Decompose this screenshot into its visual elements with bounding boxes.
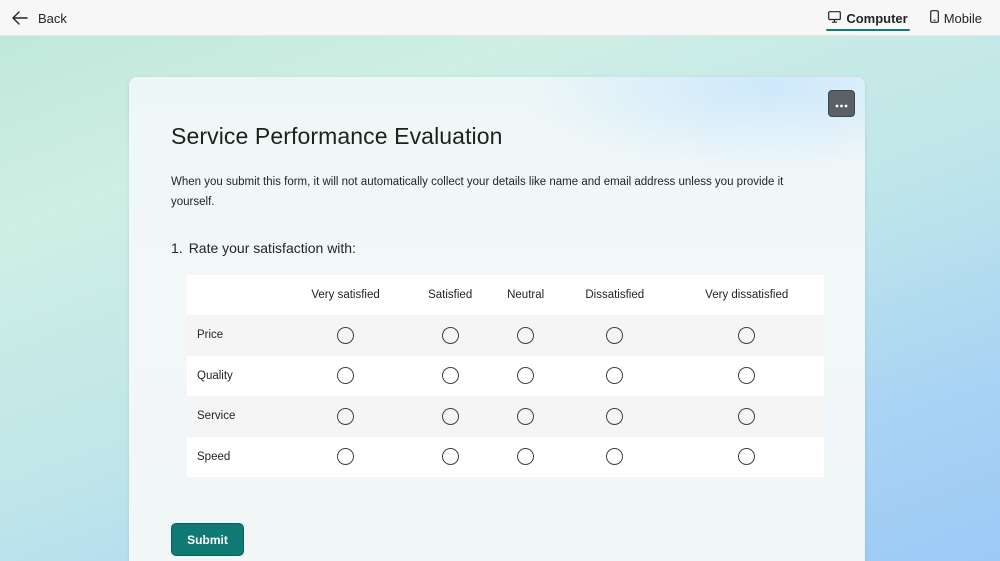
matrix-row-speed: Speed bbox=[187, 436, 824, 477]
radio-speed-very-satisfied[interactable] bbox=[337, 448, 355, 466]
radio-speed-very-dissatisfied[interactable] bbox=[738, 448, 756, 466]
row-label: Price bbox=[187, 315, 282, 356]
likert-matrix: Very satisfied Satisfied Neutral Dissati… bbox=[187, 275, 824, 477]
radio-service-dissatisfied[interactable] bbox=[606, 407, 624, 425]
column-header: Very satisfied bbox=[282, 275, 410, 315]
radio-service-very-dissatisfied[interactable] bbox=[738, 407, 756, 425]
form-title: Service Performance Evaluation bbox=[171, 123, 503, 149]
radio-quality-neutral[interactable] bbox=[517, 367, 535, 385]
radio-quality-very-dissatisfied[interactable] bbox=[738, 367, 756, 385]
row-label: Quality bbox=[187, 355, 282, 396]
tab-computer[interactable]: Computer bbox=[826, 0, 911, 36]
radio-quality-satisfied[interactable] bbox=[441, 367, 459, 385]
row-label: Speed bbox=[187, 436, 282, 477]
radio-speed-neutral[interactable] bbox=[517, 448, 535, 466]
column-header: Satisfied bbox=[409, 275, 492, 315]
matrix-corner bbox=[187, 275, 282, 315]
column-header: Dissatisfied bbox=[560, 275, 670, 315]
matrix-header-row: Very satisfied Satisfied Neutral Dissati… bbox=[187, 275, 824, 315]
question-heading: 1. Rate your satisfaction with: bbox=[171, 240, 356, 256]
radio-price-satisfied[interactable] bbox=[441, 326, 459, 344]
radio-price-neutral[interactable] bbox=[517, 326, 535, 344]
matrix-row-price: Price bbox=[187, 315, 824, 356]
tab-mobile[interactable]: Mobile bbox=[928, 0, 984, 36]
phone-icon bbox=[929, 10, 939, 26]
back-button[interactable]: Back bbox=[12, 0, 67, 36]
radio-quality-very-satisfied[interactable] bbox=[337, 367, 355, 385]
top-bar: Back Computer Mobile bbox=[0, 0, 1000, 36]
monitor-icon bbox=[828, 10, 842, 26]
back-label: Back bbox=[38, 10, 67, 26]
column-header: Neutral bbox=[491, 275, 561, 315]
radio-service-neutral[interactable] bbox=[517, 407, 535, 425]
radio-price-very-dissatisfied[interactable] bbox=[738, 326, 756, 344]
more-options-button[interactable] bbox=[828, 90, 855, 117]
radio-service-satisfied[interactable] bbox=[441, 407, 459, 425]
radio-quality-dissatisfied[interactable] bbox=[606, 367, 624, 385]
view-switcher: Computer Mobile bbox=[826, 0, 984, 36]
arrow-left-icon bbox=[12, 11, 28, 25]
ellipsis-icon bbox=[835, 95, 848, 113]
question-text: Rate your satisfaction with: bbox=[188, 240, 356, 256]
submit-button[interactable]: Submit bbox=[171, 523, 244, 556]
radio-service-very-satisfied[interactable] bbox=[337, 407, 355, 425]
question-number: 1. bbox=[171, 240, 183, 256]
tab-mobile-label: Mobile bbox=[943, 10, 982, 26]
radio-price-dissatisfied[interactable] bbox=[606, 326, 624, 344]
row-label: Service bbox=[187, 396, 282, 437]
matrix-row-quality: Quality bbox=[187, 355, 824, 396]
radio-speed-dissatisfied[interactable] bbox=[606, 448, 624, 466]
column-header: Very dissatisfied bbox=[669, 275, 824, 315]
radio-price-very-satisfied[interactable] bbox=[337, 326, 355, 344]
radio-speed-satisfied[interactable] bbox=[441, 448, 459, 466]
form-description: When you submit this form, it will not a… bbox=[171, 176, 784, 208]
tab-computer-label: Computer bbox=[846, 10, 908, 26]
form-card: Service Performance Evaluation When you … bbox=[129, 77, 865, 561]
matrix-row-service: Service bbox=[187, 396, 824, 437]
